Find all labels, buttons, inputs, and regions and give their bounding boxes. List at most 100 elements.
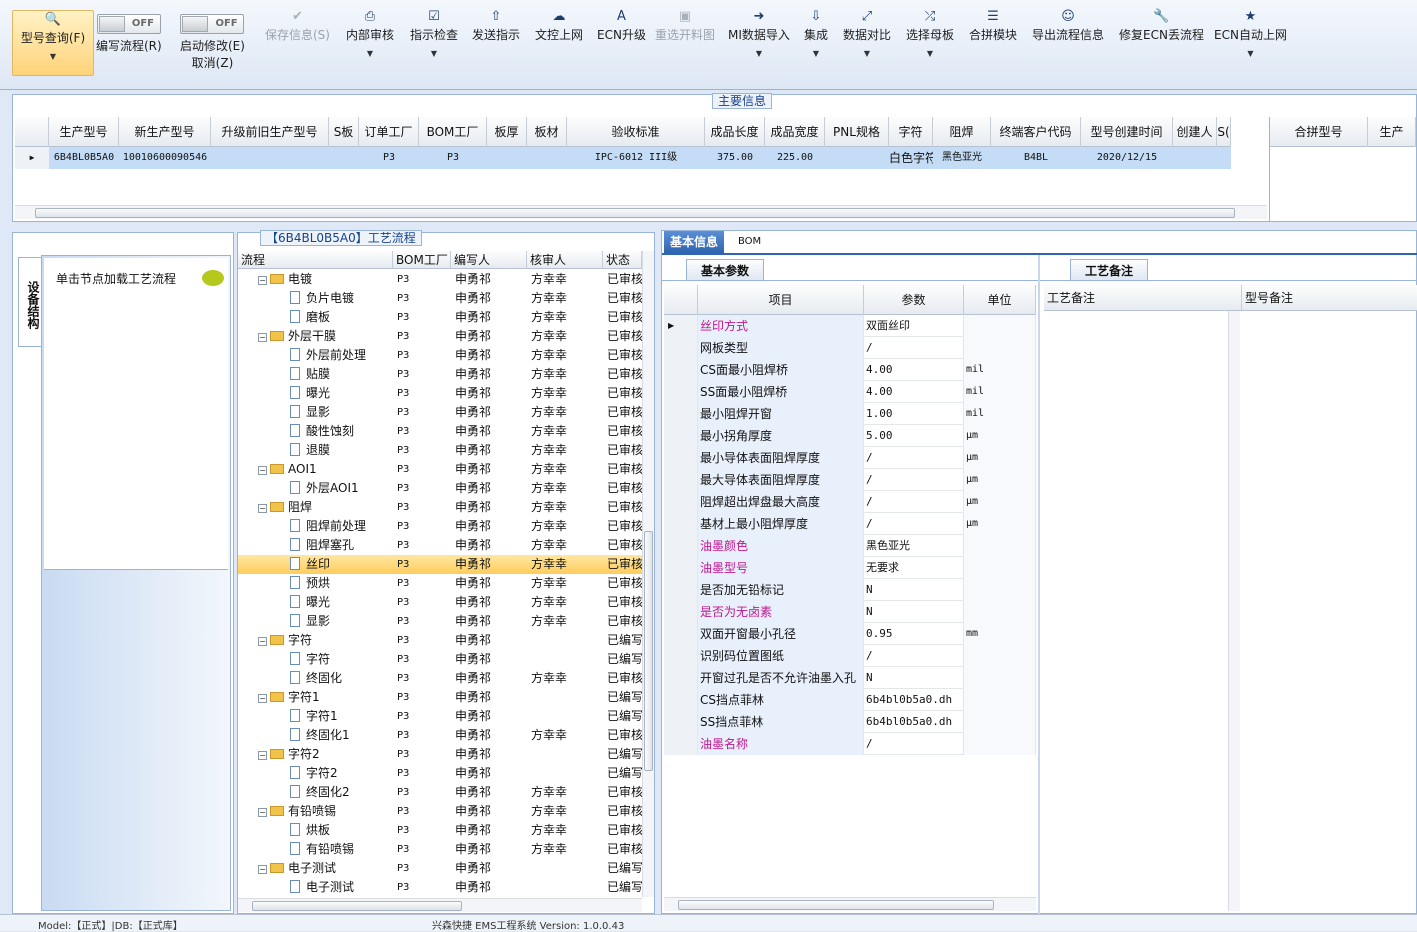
main-col-header[interactable]: 升级前旧生产型号 [211,117,329,147]
tree-node[interactable]: − 外层干膜 P3 申勇祁 方幸幸 已审核 [238,327,642,346]
craft-note-area[interactable] [1044,311,1238,911]
param-value[interactable]: 无要求 [864,557,964,579]
param-value[interactable]: / [864,337,964,359]
tree-node[interactable]: 烘板 P3 申勇祁 方幸幸 已审核 [238,821,642,840]
param-row[interactable]: CS挡点菲林 6b4bl0b5a0.dh [664,689,1036,711]
main-cell[interactable]: 375.00 [705,147,765,169]
main-cell[interactable]: 2020/12/15 [1081,147,1173,169]
param-row[interactable]: 油墨颜色 黑色亚光 [664,535,1036,557]
param-value[interactable]: / [864,645,964,667]
param-row[interactable]: SS面最小阻焊桥 4.00 mil [664,381,1036,403]
param-row[interactable]: 最小阻焊开窗 1.00 mil [664,403,1036,425]
tree-node[interactable]: 曝光 P3 申勇祁 方幸幸 已审核 [238,593,642,612]
tree-node[interactable]: 曝光 P3 申勇祁 方幸幸 已审核 [238,384,642,403]
param-row[interactable]: 开窗过孔是否不允许油墨入孔 N [664,667,1036,689]
param-row[interactable]: 识别码位置图纸 / [664,645,1036,667]
collapse-icon[interactable]: − [258,466,267,475]
main-col-header[interactable]: 订单工厂 [359,117,419,147]
main-col-header[interactable]: 新生产型号 [119,117,211,147]
tree-col-header[interactable]: 状态 [603,251,642,269]
param-value[interactable]: 5.00 [864,425,964,447]
main-col-header[interactable]: 型号创建时间 [1081,117,1173,147]
side-col-header[interactable]: 合拼型号 [1270,117,1368,147]
tree-node[interactable]: 显影 P3 申勇祁 方幸幸 已审核 [238,612,642,631]
tree-node[interactable]: 阻焊前处理 P3 申勇祁 方幸幸 已审核 [238,517,642,536]
tree-col-header[interactable]: 流程 [238,251,393,269]
param-value[interactable]: 6b4bl0b5a0.dh [864,711,964,733]
param-row[interactable]: 网板类型 / [664,337,1036,359]
param-value[interactable]: N [864,667,964,689]
export-flow-button[interactable]: ☺ 导出流程信息 [1032,8,1104,80]
tree-node[interactable]: 电子测试 P3 申勇祁 已编写 [238,878,642,897]
main-cell[interactable]: 白色字符 [889,147,933,169]
tree-node[interactable]: 预烘 P3 申勇祁 方幸幸 已审核 [238,574,642,593]
main-cell[interactable] [329,147,359,169]
internal-review-button[interactable]: ⎙ 内部审核 ▼ [346,8,394,80]
tree-col-header[interactable]: 编写人 [451,251,527,269]
param-value[interactable]: 0.95 [864,623,964,645]
combine-module-button[interactable]: ☰ 合拼模块 [969,8,1017,80]
main-cell[interactable]: B4BL [991,147,1081,169]
main-cell[interactable]: P3 [359,147,419,169]
collapse-icon[interactable]: − [258,751,267,760]
tree-node[interactable]: − 有铅喷锡 P3 申勇祁 方幸幸 已审核 [238,802,642,821]
tree-node[interactable]: 负片电镀 P3 申勇祁 方幸幸 已审核 [238,289,642,308]
main-col-header[interactable]: BOM工厂 [419,117,487,147]
reselect-material-button[interactable]: ▣ 重选开料图 [655,8,715,80]
collapse-icon[interactable]: − [258,808,267,817]
tree-node[interactable]: − 字符2 P3 申勇祁 已编写 [238,745,642,764]
integrate-button[interactable]: ⇩ 集成 ▼ [804,8,828,80]
write-flow-button[interactable]: OFF 编写流程(R) [96,8,162,80]
param-row[interactable]: 最大导体表面阻焊厚度 / μm [664,469,1036,491]
param-value[interactable]: 双面丝印 [864,315,964,337]
param-value[interactable]: N [864,601,964,623]
tree-node[interactable]: 阻焊塞孔 P3 申勇祁 方幸幸 已审核 [238,536,642,555]
param-value[interactable]: / [864,469,964,491]
query-model-button[interactable]: 🔍 型号查询(F) ▼ [12,10,94,76]
table-row[interactable]: ▶ 6B4BL0B5A0 10010600090546 P3 P3 IPC-6012 II… [15,147,1231,169]
tree-node[interactable]: 字符 P3 申勇祁 已编写 [238,650,642,669]
tree-node[interactable]: − 电镀 P3 申勇祁 方幸幸 已审核 [238,270,642,289]
collapse-icon[interactable]: − [258,333,267,342]
param-value[interactable]: N [864,579,964,601]
tab-bom[interactable]: BOM [732,231,767,253]
process-tree-vscroll[interactable] [642,251,654,897]
side-col-header[interactable]: 生产 [1368,117,1416,147]
ecn-upgrade-button[interactable]: A ECN升级 [597,8,646,80]
main-cell[interactable]: 黑色亚光 [933,147,991,169]
param-row[interactable]: 阻焊超出焊盘最大高度 / μm [664,491,1036,513]
tree-col-header[interactable]: 核审人 [527,251,603,269]
data-compare-button[interactable]: ⤢ 数据对比 ▼ [843,8,891,80]
collapse-icon[interactable]: − [258,276,267,285]
param-row[interactable]: 最小拐角厚度 5.00 μm [664,425,1036,447]
main-cell[interactable] [527,147,567,169]
main-col-header[interactable]: 创建人 [1173,117,1217,147]
tree-node[interactable]: − 电子测试 P3 申勇祁 已编写 [238,859,642,878]
tab-device-structure[interactable]: 设备结构 [18,257,42,347]
main-col-header[interactable]: 板材 [527,117,567,147]
send-instruct-button[interactable]: ⇧ 发送指示 [472,8,520,80]
main-col-header[interactable]: 成品宽度 [765,117,825,147]
param-row[interactable]: 双面开窗最小孔径 0.95 mm [664,623,1036,645]
param-row[interactable]: 基材上最小阻焊厚度 / μm [664,513,1036,535]
fix-ecn-flow-button[interactable]: 🔧 修复ECN丢流程 [1119,8,1204,80]
main-info-hscroll[interactable] [15,205,1267,219]
load-hint-box[interactable]: 单击节点加载工艺流程 [44,258,228,570]
main-col-header[interactable]: 阻焊 [933,117,991,147]
collapse-icon[interactable]: − [258,637,267,646]
tree-col-header[interactable]: BOM工厂 [393,251,451,269]
collapse-icon[interactable]: − [258,694,267,703]
main-col-header[interactable]: S板 [329,117,359,147]
main-cell[interactable]: 10010600090546 [119,147,211,169]
write-flow-toggle[interactable]: OFF [96,14,161,34]
main-col-header[interactable]: 终端客户代码 [991,117,1081,147]
tree-node[interactable]: 外层前处理 P3 申勇祁 方幸幸 已审核 [238,346,642,365]
main-cell[interactable] [1217,147,1231,169]
param-value[interactable]: / [864,513,964,535]
tree-node[interactable]: 磨板 P3 申勇祁 方幸幸 已审核 [238,308,642,327]
tree-node[interactable]: 贴膜 P3 申勇祁 方幸幸 已审核 [238,365,642,384]
tree-node[interactable]: 字符2 P3 申勇祁 已编写 [238,764,642,783]
main-col-header[interactable]: S( [1217,117,1231,147]
main-cell[interactable] [487,147,527,169]
tree-node[interactable]: − AOI1 P3 申勇祁 方幸幸 已审核 [238,460,642,479]
